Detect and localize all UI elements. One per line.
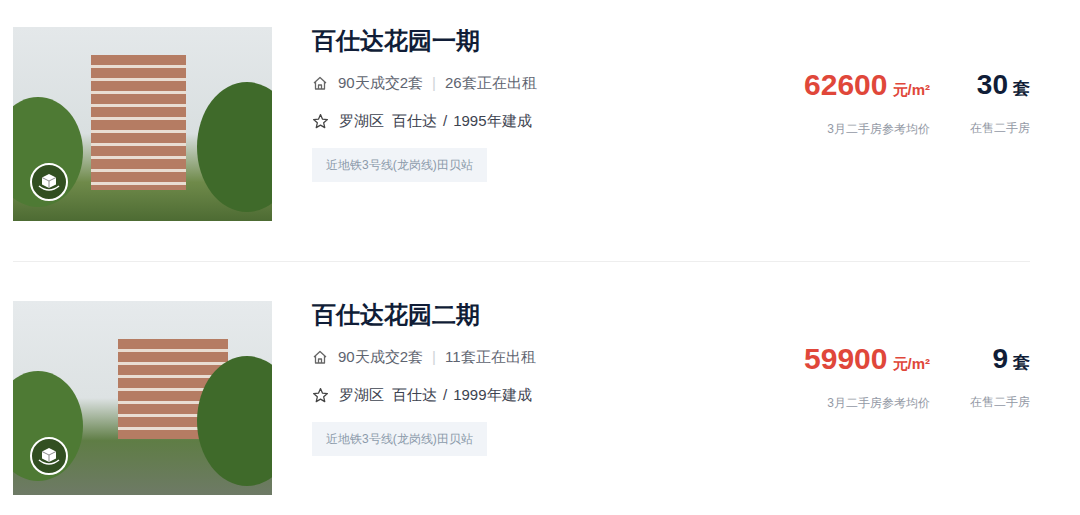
rental-count: 11套正在出租 [445,346,536,368]
build-year: 1995年建成 [453,110,531,132]
subway-tag: 近地铁3号线(龙岗线)田贝站 [312,148,487,182]
vr-view-icon[interactable] [30,163,68,201]
listing-card[interactable]: 百仕达花园二期 90天成交2套 | 11套正在出租罗湖区百仕达 / 1999年建成近地铁3… [13,262,1030,515]
subway-tag: 近地铁3号线(龙岗线)田贝站 [312,422,487,456]
area[interactable]: 百仕达 [392,384,437,406]
price-label: 3月二手房参考均价 [750,119,930,139]
on-sale-label: 在售二手房 [930,118,1030,138]
build-year: 1999年建成 [453,384,531,406]
listing-card[interactable]: 百仕达花园一期 90天成交2套 | 26套正在出租罗湖区百仕达 / 1995年建成近地铁3… [13,0,1030,262]
district[interactable]: 罗湖区 [339,110,384,132]
stat-separator: | [432,72,436,94]
listing-photo[interactable] [13,27,272,221]
price-block: 62600 元/m² 3月二手房参考均价 [750,27,930,139]
on-sale-count[interactable]: 9 [992,343,1008,374]
deals-count: 90天成交2套 [338,72,423,94]
vr-view-icon[interactable] [30,437,68,475]
listing-meta: 罗湖区百仕达 / 1999年建成 [312,384,750,406]
listing-stats: 90天成交2套 | 26套正在出租 [312,72,750,94]
house-icon [312,75,328,91]
on-sale-count[interactable]: 30 [977,69,1008,100]
on-sale-unit: 套 [1013,79,1030,98]
deals-count: 90天成交2套 [338,346,423,368]
listing-photo[interactable] [13,301,272,495]
district[interactable]: 罗湖区 [339,384,384,406]
price-unit: 元/m² [893,81,931,98]
on-sale-unit: 套 [1013,353,1030,372]
price-block: 59900 元/m² 3月二手房参考均价 [750,301,930,413]
star-icon [312,387,329,404]
area[interactable]: 百仕达 [392,110,437,132]
price-unit: 元/m² [893,355,931,372]
listing-meta: 罗湖区百仕达 / 1995年建成 [312,110,750,132]
house-icon [312,349,328,365]
star-icon [312,113,329,130]
meta-separator: / [443,110,447,132]
on-sale-block[interactable]: 30 套在售二手房 [930,27,1030,138]
price-value: 62600 [804,68,887,101]
listing-page: 百仕达花园一期90天成交2套|26套正在出租罗湖区百仕达/1995年建成近地铁3… [0,0,1080,515]
listing-info: 百仕达花园一期 90天成交2套 | 26套正在出租罗湖区百仕达 / 1995年建成近地铁3… [312,27,750,182]
on-sale-label: 在售二手房 [930,392,1030,412]
stat-separator: | [432,346,436,368]
listing-info: 百仕达花园二期 90天成交2套 | 11套正在出租罗湖区百仕达 / 1999年建成近地铁3… [312,301,750,456]
listing-title[interactable]: 百仕达花园一期 [312,27,750,55]
rental-count: 26套正在出租 [445,72,537,94]
listing-stats: 90天成交2套 | 11套正在出租 [312,346,750,368]
price-value: 59900 [804,342,887,375]
listing-title[interactable]: 百仕达花园二期 [312,301,750,329]
on-sale-block[interactable]: 9套在售二手房 [930,301,1030,412]
price-label: 3月二手房参考均价 [750,393,930,413]
meta-separator: / [443,384,447,406]
